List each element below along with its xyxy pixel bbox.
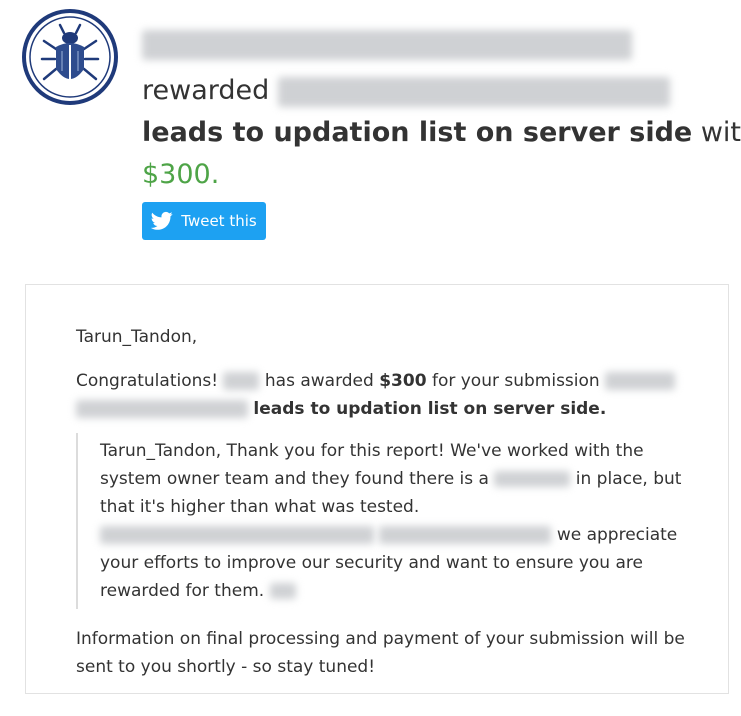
tweet-button[interactable]: Tweet this [142, 202, 266, 240]
reward-header: rewarded leads to updation list on serve… [142, 28, 741, 196]
quote-redacted-2[interactable] [100, 526, 374, 544]
closing-paragraph: Information on final processing and paym… [76, 629, 685, 677]
quote-redacted-1[interactable] [494, 471, 571, 487]
quoted-message: Tarun_Tandon, Thank you for this report!… [76, 433, 690, 609]
report-title: leads to updation list on server side [142, 117, 693, 148]
greeting: Tarun_Tandon, [76, 327, 198, 347]
tweet-label: Tweet this [181, 212, 257, 230]
card-report-title: leads to updation list on server side. [253, 399, 607, 419]
congrats-paragraph: Congratulations! has awarded $300 for yo… [76, 367, 696, 423]
award-message-card: Tarun_Tandon, Congratulations! has award… [25, 284, 729, 694]
amount-line: $300. [142, 154, 732, 196]
org-name-line [142, 28, 732, 70]
submitter-redacted[interactable] [277, 76, 670, 107]
congrats-prefix: Congratulations! [76, 371, 219, 391]
org-name-redacted[interactable] [142, 29, 632, 60]
with-word: with [700, 117, 741, 148]
rewarded-line: rewarded [142, 70, 732, 112]
program-redacted[interactable] [223, 372, 260, 390]
report-title-line: leads to updation list on server side wi… [142, 112, 741, 154]
card-body: Tarun_Tandon, Congratulations! has award… [76, 323, 696, 681]
submission-redacted-2[interactable] [76, 400, 248, 418]
quote-redacted-4[interactable] [269, 583, 296, 599]
submission-text: for your submission [431, 371, 600, 391]
bug-shield-icon [22, 9, 118, 105]
rewarded-word: rewarded [142, 75, 270, 106]
quote-redacted-3[interactable] [379, 526, 552, 544]
submission-redacted-1[interactable] [605, 372, 676, 390]
award-amount: $300 [379, 371, 427, 391]
org-logo [22, 9, 118, 105]
awarded-text: has awarded [264, 371, 374, 391]
reward-amount: $300. [142, 159, 220, 190]
twitter-bird-icon [151, 211, 173, 230]
